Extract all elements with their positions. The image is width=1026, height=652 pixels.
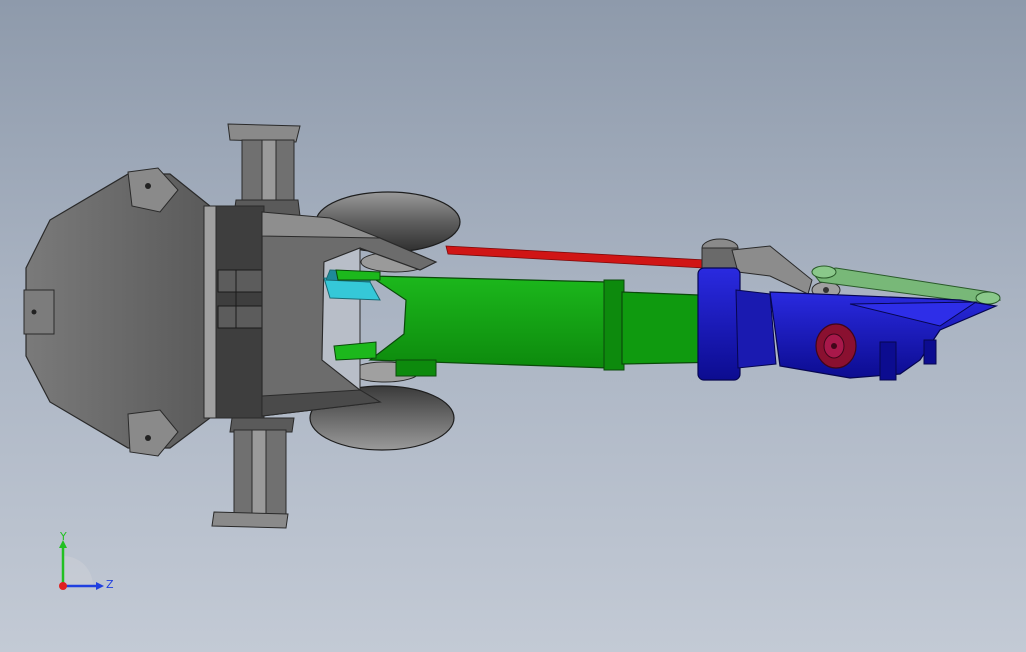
lower-track-post[interactable] (211, 417, 295, 529)
y-axis-label: Y (59, 530, 67, 543)
green-boom[interactable] (333, 269, 731, 377)
z-axis-arrowhead (96, 582, 104, 590)
robot-arm-model[interactable] (0, 0, 1026, 652)
maroon-hub[interactable] (815, 323, 857, 369)
coordinate-triad: Y Z (59, 530, 114, 591)
base-body[interactable] (23, 167, 277, 457)
triad-xy-plane (63, 556, 93, 586)
z-axis-label: Z (106, 578, 114, 591)
cad-viewport[interactable]: Y Z (0, 0, 1026, 652)
red-cable[interactable] (445, 245, 707, 269)
upper-track-post[interactable] (227, 123, 301, 217)
x-axis-dot (59, 582, 67, 590)
